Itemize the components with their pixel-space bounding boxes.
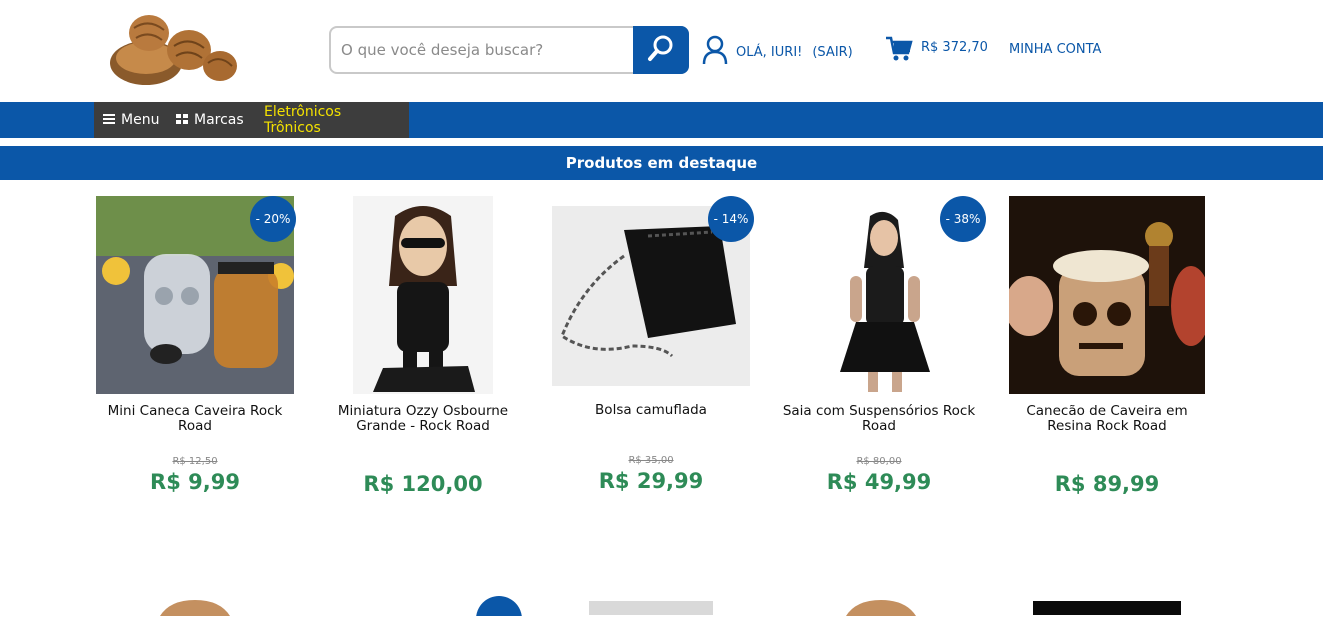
product-image[interactable]: - 38%	[780, 196, 986, 394]
product-image[interactable]: - 20%	[96, 196, 296, 394]
nav-eletronicos-tronicos[interactable]: Eletrônicos Trônicos	[255, 102, 409, 138]
product-name[interactable]: Bolsa camuflada	[546, 403, 756, 437]
product-card[interactable]: - 38% Saia com Suspensórios Rock Road R$…	[774, 196, 986, 494]
product-name[interactable]: Miniatura Ozzy Osbourne Grande - Rock Ro…	[318, 404, 528, 438]
product-name[interactable]: Saia com Suspensórios Rock Road	[774, 404, 984, 438]
search-icon	[646, 33, 676, 67]
product-price: R$ 49,99	[826, 470, 932, 494]
discount-badge-partial	[476, 596, 522, 620]
product-name[interactable]: Canecão de Caveira em Resina Rock Road	[1002, 404, 1212, 438]
cart[interactable]: R$ 372,70	[885, 36, 988, 66]
product-card[interactable]: Canecão de Caveira em Resina Rock Road R…	[1002, 196, 1212, 496]
product-old-price: R$ 12,50	[172, 456, 218, 467]
user-greeting-text: OLÁ, IURI!	[736, 44, 803, 60]
my-account-link[interactable]: MINHA CONTA	[1009, 42, 1101, 57]
discount-badge: - 20%	[250, 196, 296, 242]
product-card[interactable]: - 20% Mini Caneca Caveira Rock Road R$ 1…	[90, 196, 300, 494]
product-card[interactable]: Miniatura Ozzy Osbourne Grande - Rock Ro…	[318, 196, 528, 496]
nav-brands-label: Marcas	[194, 112, 244, 128]
store-logo[interactable]	[104, 8, 242, 92]
product-price: R$ 9,99	[150, 470, 240, 494]
product-image[interactable]: - 14%	[552, 196, 754, 394]
cart-total[interactable]: R$ 372,70	[921, 40, 988, 55]
product-price: R$ 89,99	[1054, 472, 1160, 496]
featured-section-header: Produtos em destaque	[0, 146, 1323, 180]
header: OLÁ, IURI! (SAIR) R$ 372,70 MINHA CONTA	[0, 0, 1323, 102]
product-old-price: R$ 80,00	[856, 456, 902, 467]
main-nav: Menu Marcas Eletrônicos Trônicos	[0, 102, 1323, 138]
nav-menu-label: Menu	[121, 112, 160, 128]
search-box	[329, 26, 689, 74]
user-icon[interactable]	[702, 35, 728, 69]
user-greeting: OLÁ, IURI! (SAIR)	[736, 45, 853, 60]
grid-icon	[176, 112, 188, 128]
product-image-partial[interactable]	[160, 596, 230, 616]
user-area: OLÁ, IURI! (SAIR)	[702, 35, 853, 69]
product-image[interactable]	[353, 196, 493, 394]
product-old-price: R$ 35,00	[628, 455, 674, 466]
logout-link[interactable]: (SAIR)	[812, 45, 852, 60]
product-old-price	[1002, 456, 1212, 468]
cart-icon[interactable]	[885, 36, 913, 66]
nav-brands[interactable]: Marcas	[167, 102, 255, 138]
product-name[interactable]: Mini Caneca Caveira Rock Road	[90, 404, 300, 438]
nav-menu[interactable]: Menu	[94, 102, 167, 138]
discount-badge: - 38%	[940, 196, 986, 242]
product-image-partial[interactable]	[1033, 600, 1181, 620]
discount-badge: - 14%	[708, 196, 754, 242]
product-price: R$ 120,00	[363, 472, 483, 496]
section-title: Produtos em destaque	[565, 154, 758, 172]
hamburger-icon	[103, 112, 115, 128]
product-image[interactable]	[1005, 196, 1211, 394]
product-image-partial[interactable]	[846, 596, 916, 616]
product-image-partial[interactable]	[589, 600, 713, 620]
product-price: R$ 29,99	[598, 469, 704, 493]
search-button[interactable]	[633, 26, 689, 74]
nav-tronics-label: Eletrônicos Trônicos	[264, 104, 342, 136]
product-card[interactable]: - 14% Bolsa camuflada R$ 35,00 R$ 29,99	[546, 196, 756, 493]
search-input[interactable]	[341, 36, 631, 64]
product-old-price	[318, 456, 528, 468]
